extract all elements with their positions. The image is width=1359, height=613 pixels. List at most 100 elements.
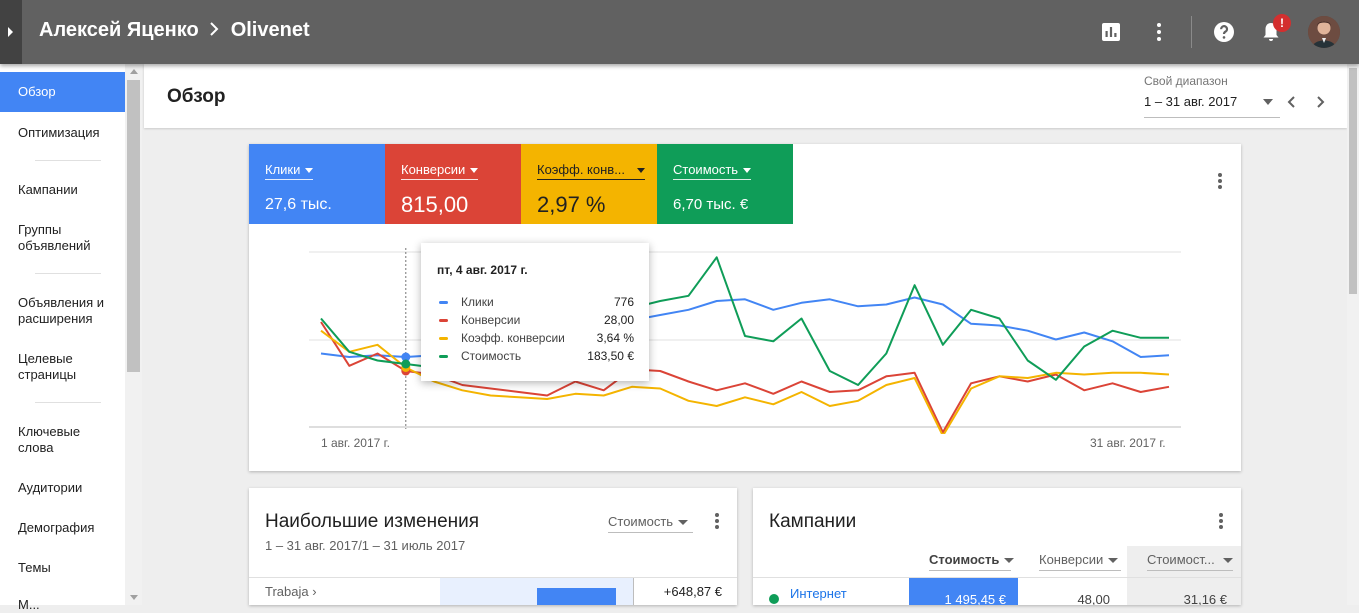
- x-axis-end-label: 31 авг. 2017 г.: [1090, 436, 1166, 450]
- metric-select[interactable]: Стоимость: [608, 514, 689, 529]
- chevron-right-icon[interactable]: [1312, 94, 1328, 110]
- change-row-label[interactable]: Trabaja ›: [265, 584, 317, 599]
- metric-conversion-rate-selector[interactable]: Коэфф. конв...: [537, 162, 646, 180]
- sidebar-item-topics[interactable]: Темы: [0, 560, 125, 576]
- more-vert-icon[interactable]: [1147, 20, 1171, 44]
- card-more-vert-icon[interactable]: [1219, 513, 1223, 531]
- toolbar-divider: [1191, 16, 1192, 48]
- metric-conversions[interactable]: Конверсии 815,00: [385, 144, 521, 224]
- sidebar-item-optimization[interactable]: Оптимизация: [0, 125, 125, 141]
- chart-tooltip: пт, 4 авг. 2017 г. Клики 776 Конверсии 28,…: [421, 243, 649, 381]
- tooltip-series-name: Конверсии: [461, 313, 521, 327]
- main-scrollbar[interactable]: [1347, 64, 1359, 605]
- card-title: Наибольшие изменения: [265, 511, 480, 532]
- column-header-cost-2[interactable]: Стоимост...: [1147, 552, 1233, 567]
- page-header: Обзор Свой диапазон 1 – 31 авг. 2017: [144, 64, 1347, 128]
- column-header-cost[interactable]: Стоимость: [929, 552, 1015, 567]
- sidebar-scrollbar-thumb[interactable]: [127, 80, 140, 372]
- sidebar-item-demographics[interactable]: Демография: [0, 520, 125, 536]
- metric-value: 2,97 %: [537, 192, 606, 217]
- sidebar-item-label: Темы: [18, 560, 51, 575]
- metric-label: Стоимость: [673, 162, 739, 177]
- metric-cost[interactable]: Стоимость 6,70 тыс. €: [657, 144, 793, 224]
- sidebar-item-label: Демография: [18, 520, 95, 535]
- card-title: Кампании: [769, 511, 857, 532]
- column-header-conversions[interactable]: Конверсии: [1039, 552, 1119, 567]
- campaigns-card: Кампании Стоимость Конверсии Стоимост...…: [753, 488, 1241, 605]
- campaign-conversions: 48,00: [1077, 592, 1110, 605]
- metric-select-label: Стоимость: [608, 514, 674, 529]
- legend-swatch: [439, 319, 448, 322]
- chevron-left-icon[interactable]: [1284, 94, 1300, 110]
- sidebar-item-audiences[interactable]: Аудитории: [0, 480, 125, 496]
- hover-point-3: [401, 359, 411, 369]
- card-more-vert-icon[interactable]: [715, 513, 719, 531]
- campaign-name-link[interactable]: Интернет: [790, 586, 847, 601]
- chevron-right-icon: [209, 19, 219, 42]
- column-header-label: Стоимость: [929, 552, 1000, 567]
- divider: [633, 578, 634, 605]
- column-header-label: Стоимост...: [1147, 552, 1215, 567]
- sidebar-item-keywords[interactable]: Ключевые слова: [0, 424, 100, 456]
- metric-label: Клики: [265, 162, 301, 177]
- page-title: Обзор: [167, 86, 226, 107]
- sidebar-item-label: Обзор: [18, 84, 56, 99]
- x-axis-start-label: 1 авг. 2017 г.: [321, 436, 390, 450]
- change-value: +648,87 €: [663, 584, 722, 599]
- metric-value: 815,00: [401, 192, 469, 217]
- metric-clicks-selector[interactable]: Клики: [265, 162, 314, 180]
- dropdown-caret-icon: [1004, 558, 1015, 564]
- dropdown-caret-icon: [637, 168, 646, 174]
- metric-conversions-selector[interactable]: Конверсии: [401, 162, 479, 180]
- column-header-underline: [1147, 570, 1233, 571]
- change-bar: [537, 588, 616, 605]
- metric-clicks[interactable]: Клики 27,6 тыс.: [249, 144, 385, 224]
- tooltip-series-name: Стоимость: [461, 349, 522, 363]
- scroll-down-arrow-icon[interactable]: [130, 595, 138, 600]
- sidebar-toggle-button[interactable]: [0, 0, 22, 64]
- tooltip-series-name: Коэфф. конверсии: [461, 331, 565, 345]
- metric-cost-selector[interactable]: Стоимость: [673, 162, 752, 180]
- sidebar-scrollbar[interactable]: [125, 64, 142, 605]
- sidebar-item-label: Целевые страницы: [18, 351, 77, 382]
- date-range-select[interactable]: 1 – 31 авг. 2017: [1144, 94, 1237, 109]
- scroll-up-arrow-icon[interactable]: [130, 69, 138, 74]
- sidebar-item-campaigns[interactable]: Кампании: [0, 182, 125, 198]
- metric-conversion-rate[interactable]: Коэфф. конв... 2,97 %: [521, 144, 657, 224]
- legend-swatch: [439, 301, 448, 304]
- tooltip-series-value: 776: [613, 295, 634, 309]
- column-header-label: Конверсии: [1039, 552, 1104, 567]
- chart-icon[interactable]: [1099, 20, 1123, 44]
- sidebar-item-landing-pages[interactable]: Целевые страницы: [0, 351, 100, 383]
- tooltip-series-value: 183,50 €: [587, 349, 634, 363]
- avatar[interactable]: [1308, 16, 1340, 48]
- breadcrumb-subaccount[interactable]: Olivenet: [231, 19, 310, 41]
- main-scrollbar-thumb[interactable]: [1349, 68, 1357, 294]
- dropdown-caret-icon[interactable]: [1263, 99, 1273, 105]
- legend-swatch: [439, 355, 448, 358]
- sidebar-item-more[interactable]: М...: [0, 597, 125, 613]
- sidebar-item-overview[interactable]: Обзор: [0, 72, 125, 112]
- dropdown-caret-icon: [1108, 558, 1119, 564]
- notification-badge: !: [1273, 14, 1291, 32]
- metric-label: Коэфф. конв...: [537, 162, 626, 177]
- sidebar-item-label: Ключевые слова: [18, 424, 81, 455]
- metric-select-underline: [608, 532, 693, 533]
- metric-label: Конверсии: [401, 162, 466, 177]
- tooltip-series-value: 3,64 %: [596, 331, 634, 345]
- help-icon[interactable]: [1212, 20, 1236, 44]
- tooltip-row: Стоимость 183,50 €: [439, 349, 634, 365]
- tooltip-series-name: Клики: [461, 295, 494, 309]
- sidebar-item-ads-extensions[interactable]: Объявления и расширения: [0, 295, 118, 327]
- metric-value: 6,70 тыс. €: [673, 196, 749, 213]
- breadcrumb-account[interactable]: Алексей Яценко: [39, 19, 199, 41]
- top-bar: Алексей Яценко Olivenet !: [0, 0, 1359, 64]
- dropdown-caret-icon: [743, 168, 752, 174]
- tooltip-row: Конверсии 28,00: [439, 313, 634, 329]
- chart-more-vert-icon[interactable]: [1218, 173, 1222, 191]
- sidebar-divider: [35, 273, 101, 274]
- sidebar-item-ad-groups[interactable]: Группы объявлений: [0, 222, 118, 254]
- sidebar-item-label: Группы объявлений: [18, 222, 91, 253]
- dropdown-caret-icon: [470, 168, 479, 174]
- card-subtitle: 1 – 31 авг. 2017/1 – 31 июль 2017: [265, 538, 466, 553]
